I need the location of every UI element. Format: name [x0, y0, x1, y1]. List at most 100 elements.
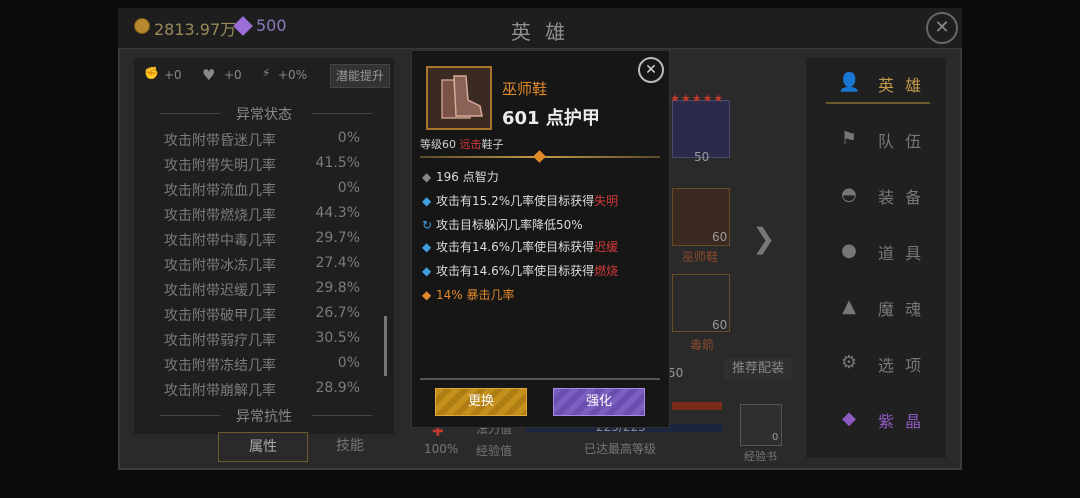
close-icon[interactable]: ✕ — [638, 57, 664, 83]
stat-label: 攻击附带冰冻几率 — [164, 258, 276, 274]
stat-label: 攻击附带失明几率 — [164, 158, 276, 174]
stat-row: 攻击附带昏迷几率 0% — [164, 130, 360, 152]
boots-name: 巫师鞋 — [682, 250, 719, 264]
status-effect: 迟缓 — [594, 240, 619, 254]
nav-label: 队 伍 — [878, 132, 925, 151]
exp-book-count: 0 — [772, 432, 779, 443]
nav-label: 选 项 — [878, 356, 925, 375]
strength-icon: ✊ — [144, 66, 159, 80]
stat-line: ◆ 196 点智力 — [422, 168, 499, 185]
boots-icon — [426, 66, 492, 130]
health-bar — [672, 402, 722, 410]
stat-label: 攻击附带冻结几率 — [164, 358, 276, 374]
stat-row: 攻击附带崩解几率 28.9% — [164, 380, 360, 402]
recommend-button[interactable]: 推荐配装 — [724, 358, 792, 380]
bullet-icon: ◆ — [422, 194, 432, 208]
stat-text: 196 点智力 — [436, 170, 499, 184]
stat-value: 0% — [337, 130, 360, 146]
stat-label: 攻击附带破甲几率 — [164, 308, 276, 324]
heart-icon: ♥ — [202, 66, 216, 84]
stat-value: 29.8% — [315, 280, 360, 296]
stat-text: 攻击有14.6%几率使目标获得 — [436, 240, 595, 254]
nav-label: 魔 魂 — [878, 300, 925, 319]
stat-text: 攻击目标躲闪几率降低50% — [436, 218, 583, 232]
stat-label: 攻击附带燃烧几率 — [164, 208, 276, 224]
arrow-name: 毒箭 — [690, 338, 715, 352]
nav-options[interactable]: ⚙ 选 项 — [826, 342, 930, 382]
hidden-level: 50 — [668, 366, 684, 380]
exp-book-label: 经验书 — [744, 450, 777, 463]
potential-button[interactable]: 潜能提升 — [330, 64, 390, 88]
stat-row: 攻击附带流血几率 0% — [164, 180, 360, 202]
level-text: 等级60 — [420, 138, 460, 151]
nav-souls[interactable]: ▲ 魔 魂 — [826, 286, 930, 326]
star-rating: ★★★★★ — [670, 92, 725, 105]
nav-label: 装 备 — [878, 188, 925, 207]
exp-label: 经验值 — [476, 444, 513, 458]
close-icon[interactable]: ✕ — [926, 12, 958, 44]
stat-row: 攻击附带迟缓几率 29.8% — [164, 280, 360, 302]
item-category: 鞋子 — [481, 138, 504, 151]
stat-row: 攻击附带破甲几率 26.7% — [164, 305, 360, 327]
stat-line: ◆ 攻击有14.6%几率使目标获得迟缓 — [422, 238, 618, 255]
change-button[interactable]: 更换 — [435, 388, 527, 416]
scrollbar[interactable] — [384, 316, 387, 376]
nav-equipment[interactable]: ◓ 装 备 — [826, 174, 930, 214]
item-type: 远击 — [459, 138, 482, 151]
bullet-icon: ◆ — [422, 264, 432, 278]
stat-line: ◆ 14% 暴击几率 — [422, 286, 515, 303]
bullet-icon: ◆ — [422, 288, 432, 302]
stat-row: 攻击附带冻结几率 0% — [164, 355, 360, 377]
stat-label: 攻击附带迟缓几率 — [164, 283, 276, 299]
nav-hero[interactable]: 👤 英 雄 — [826, 62, 930, 104]
stat-value: 26.7% — [315, 305, 360, 321]
item-armor: 601 点护甲 — [502, 108, 600, 129]
divider — [420, 378, 660, 380]
helmet-icon: ◓ — [841, 184, 857, 205]
bag-icon: ● — [841, 240, 857, 261]
nav-label: 道 具 — [878, 244, 925, 263]
stat-row: 攻击附带燃烧几率 44.3% — [164, 205, 360, 227]
enhance-button[interactable]: 强化 — [553, 388, 645, 416]
boots-level: 60 — [712, 230, 728, 244]
arrow-level: 60 — [712, 318, 728, 332]
stat-label: 攻击附带崩解几率 — [164, 383, 276, 399]
tab-skills[interactable]: 技能 — [310, 432, 390, 460]
item-level: 等级60 远击鞋子 — [420, 136, 504, 152]
stat-value: 44.3% — [315, 205, 360, 221]
stat-value: 30.5% — [315, 330, 360, 346]
stat-label: 攻击附带昏迷几率 — [164, 133, 276, 149]
item-name: 巫师鞋 — [502, 80, 548, 98]
nav-crystal[interactable]: ◆ 紫 晶 — [826, 398, 930, 438]
nav-items[interactable]: ● 道 具 — [826, 230, 930, 270]
lightning-icon: ⚡ — [262, 66, 271, 80]
stat-value: 41.5% — [315, 155, 360, 171]
chevron-right-icon[interactable]: ❯ — [752, 222, 775, 255]
flame-icon: ▲ — [842, 296, 856, 317]
cycle-icon: ↻ — [422, 218, 433, 232]
stat-value: 0% — [337, 180, 360, 196]
stat-row: 攻击附带弱疗几率 30.5% — [164, 330, 360, 352]
bullet-icon: ◆ — [422, 240, 432, 254]
stat-row: 攻击附带失明几率 41.5% — [164, 155, 360, 177]
status-effect: 失明 — [594, 194, 619, 208]
divider — [312, 113, 372, 114]
strength-bonus: +0 — [164, 68, 182, 82]
bullet-icon: ◆ — [422, 170, 432, 184]
stat-text: 攻击有14.6%几率使目标获得 — [436, 264, 595, 278]
tab-attributes[interactable]: 属性 — [218, 432, 308, 462]
nav-team[interactable]: ⚑ 队 伍 — [826, 118, 930, 158]
nav-label: 紫 晶 — [878, 412, 925, 431]
page-title: 英 雄 — [510, 20, 570, 44]
stat-row: 攻击附带中毒几率 29.7% — [164, 230, 360, 252]
flag-icon: ⚑ — [840, 128, 858, 149]
stat-label: 攻击附带弱疗几率 — [164, 333, 276, 349]
nav-label: 英 雄 — [878, 76, 925, 95]
speed-bonus: +0% — [278, 68, 308, 82]
hero-icon: 👤 — [838, 72, 861, 93]
stat-row: 攻击附带冰冻几率 27.4% — [164, 255, 360, 277]
stat-text: 攻击有15.2%几率使目标获得 — [436, 194, 595, 208]
health-bonus: +0 — [224, 68, 242, 82]
percent-value: 100% — [424, 442, 459, 456]
gear-icon: ⚙ — [840, 352, 858, 373]
